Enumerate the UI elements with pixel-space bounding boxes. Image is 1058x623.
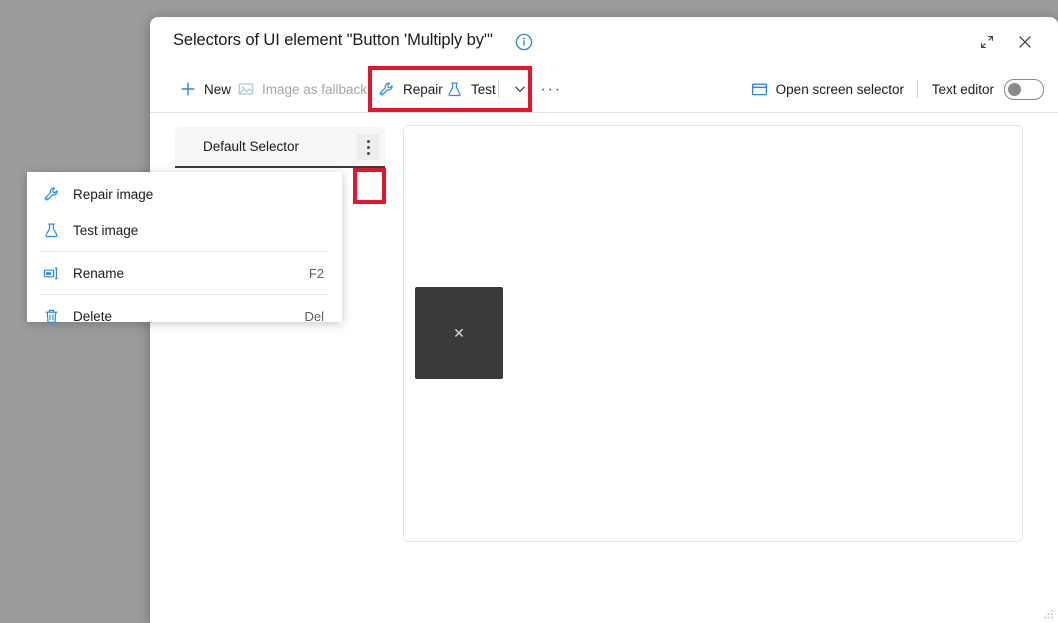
toolbar-divider [498, 80, 499, 98]
selector-context-menu: Repair image Test image Rename F2 Delete… [27, 172, 342, 324]
context-menu-item-label: Rename [73, 265, 125, 281]
toolbar-divider-2 [917, 80, 918, 98]
flask-icon [41, 222, 61, 239]
rename-icon [41, 265, 61, 282]
flask-icon [446, 81, 463, 98]
close-icon[interactable] [1010, 27, 1040, 57]
chevron-down-icon [513, 82, 527, 96]
text-editor-toggle[interactable] [1004, 78, 1044, 100]
test-dropdown-button[interactable] [506, 74, 534, 104]
text-editor-label: Text editor [931, 81, 994, 97]
context-menu-item-test-image[interactable]: Test image [27, 212, 342, 248]
info-circle-icon[interactable] [515, 33, 533, 51]
test-button[interactable]: Test [446, 74, 496, 104]
toggle-knob [1008, 82, 1021, 96]
dialog-title: Selectors of UI element "Button 'Multipl… [173, 31, 493, 49]
more-vertical-icon-dot [366, 139, 370, 143]
context-menu-item-rename[interactable]: Rename F2 [27, 255, 342, 291]
repair-button[interactable]: Repair [378, 74, 443, 104]
open-screen-selector-button[interactable]: Open screen selector [751, 74, 904, 104]
context-menu-item-delete[interactable]: Delete Del [27, 298, 342, 334]
tab-default-selector-label: Default Selector [203, 138, 300, 154]
resize-grip[interactable] [1040, 607, 1054, 621]
new-button[interactable]: New [180, 74, 231, 104]
dialog-toolbar: New Image as fallback Repair Test ··· Op… [150, 67, 1058, 113]
expand-icon[interactable] [972, 27, 1002, 57]
tab-default-selector[interactable]: Default Selector [175, 126, 385, 166]
image-icon [238, 81, 254, 97]
overflow-label: ··· [540, 79, 562, 98]
context-menu-item-label: Test image [73, 222, 139, 238]
broken-image-x-icon: ✕ [415, 287, 503, 379]
text-editor-control: Text editor [932, 74, 1044, 104]
context-menu-separator [41, 251, 328, 252]
image-as-fallback-label: Image as fallback [262, 81, 368, 97]
new-button-label: New [204, 81, 232, 97]
window-icon [751, 81, 768, 98]
more-vertical-icon-dot [366, 145, 370, 149]
more-vertical-icon-dot [366, 151, 370, 155]
more-options-icon[interactable]: ··· [538, 74, 564, 104]
context-menu-item-label: Repair image [73, 186, 154, 202]
trash-icon [41, 308, 61, 325]
open-screen-selector-label: Open screen selector [775, 81, 904, 97]
wrench-icon [378, 81, 395, 98]
plus-icon [180, 81, 196, 97]
context-menu-item-repair-image[interactable]: Repair image [27, 176, 342, 212]
preview-x-glyph: ✕ [453, 325, 465, 341]
selector-kebab-button[interactable] [357, 134, 379, 160]
context-menu-separator [41, 294, 328, 295]
test-button-label: Test [471, 81, 496, 97]
wrench-icon [41, 186, 61, 203]
context-menu-item-shortcut: Del [304, 308, 324, 324]
context-menu-item-shortcut: F2 [308, 265, 324, 281]
repair-button-label: Repair [403, 81, 443, 97]
image-as-fallback-button[interactable]: Image as fallback [238, 74, 367, 104]
context-menu-item-label: Delete [73, 308, 113, 324]
selector-tab-underline [175, 166, 385, 168]
dialog-titlebar: Selectors of UI element "Button 'Multipl… [150, 17, 1058, 67]
